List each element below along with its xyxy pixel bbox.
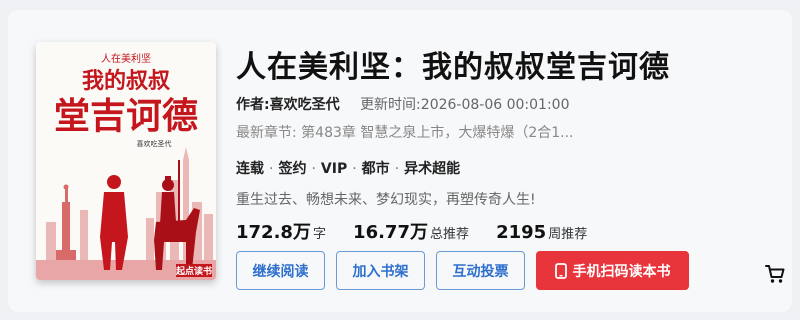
book-title[interactable]: 人在美利坚：我的叔叔堂吉诃德: [236, 42, 670, 86]
update-time: 2026-08-06 00:01:00: [420, 97, 570, 113]
interactive-vote-button[interactable]: 互动投票: [436, 251, 525, 290]
update-label: 更新时间:: [360, 97, 421, 113]
shopping-cart-icon[interactable]: [764, 263, 786, 285]
stat-total-rec-num: 16.77万: [353, 222, 428, 243]
tag-separator: ·: [352, 161, 357, 177]
cover-title-line2: 堂吉诃德: [54, 95, 198, 137]
book-intro: 重生过去、畅想未来、梦幻现实，再塑传奇人生!: [236, 192, 536, 208]
book-cover[interactable]: 人在美利坚 我的叔叔 堂吉诃德 喜欢吃圣代 起点读书: [36, 42, 216, 280]
stat-words-num: 172.8万: [236, 222, 311, 243]
cover-illustration: 人在美利坚 我的叔叔 堂吉诃德 喜欢吃圣代 起点读书: [36, 42, 216, 280]
meta-row: 作者:喜欢吃圣代 更新时间:2026-08-06 00:01:00: [236, 94, 569, 114]
tag-signed: 签约: [278, 161, 307, 177]
tag-separator: ·: [311, 161, 316, 177]
continue-reading-button[interactable]: 继续阅读: [236, 251, 325, 290]
tag-subcategory[interactable]: 异术超能: [404, 161, 460, 177]
tag-category[interactable]: 都市: [362, 161, 390, 177]
stat-total-rec: 16.77万 总推荐: [353, 218, 469, 244]
stat-total-rec-unit: 总推荐: [429, 227, 469, 242]
scan-read-mobile-button[interactable]: 手机扫码读本书: [536, 251, 689, 290]
scan-read-mobile-label: 手机扫码读本书: [572, 263, 671, 280]
cover-top-line: 人在美利坚: [101, 52, 151, 65]
cover-badge: 起点读书: [175, 265, 212, 277]
add-to-shelf-button[interactable]: 加入书架: [336, 251, 425, 290]
stats-row: 172.8万字 16.77万 总推荐 2195 周推荐: [236, 218, 609, 244]
latest-chapter-link[interactable]: 最新章节: 第483章 智慧之泉上市，大爆特爆（2合1...: [236, 122, 574, 142]
cover-title-line1: 我的叔叔: [82, 68, 171, 94]
author-link[interactable]: 喜欢吃圣代: [270, 97, 340, 113]
stat-week-rec: 2195 周推荐: [496, 222, 587, 243]
author-label: 作者:: [236, 97, 270, 113]
tag-vip: VIP: [320, 161, 348, 177]
tag-separator: ·: [269, 161, 274, 177]
cover-author-line: 喜欢吃圣代: [137, 139, 172, 148]
tag-status: 连载: [236, 161, 264, 177]
update-time-wrap: 更新时间:2026-08-06 00:01:00: [360, 97, 569, 113]
stat-words-unit: 字: [312, 227, 326, 242]
tag-separator: ·: [394, 161, 400, 177]
stat-week-rec-num: 2195: [496, 222, 547, 243]
stat-words: 172.8万字: [236, 218, 326, 244]
tag-list: 连载 · 签约 · VIP · 都市 · 异术超能: [236, 158, 460, 178]
stat-week-rec-unit: 周推荐: [548, 227, 588, 242]
mobile-phone-icon: [554, 262, 567, 279]
